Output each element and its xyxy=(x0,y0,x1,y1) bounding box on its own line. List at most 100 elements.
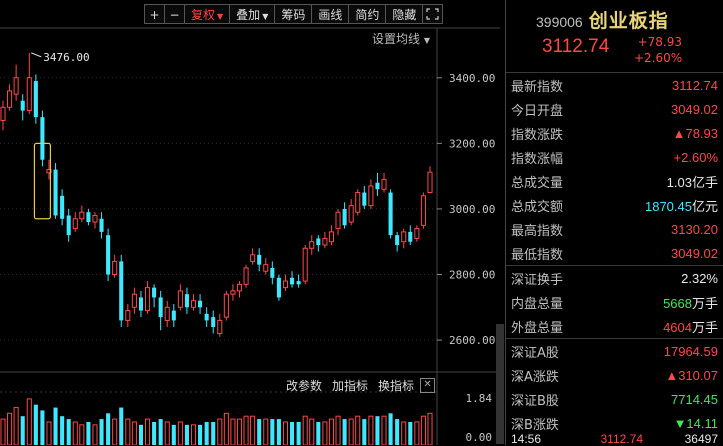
candle-body-down xyxy=(375,182,380,190)
quote-row-value: ▼14.11 xyxy=(674,416,718,431)
volume-bar-up xyxy=(230,418,236,445)
volume-bar-down xyxy=(408,421,413,445)
quote-row-value: 3049.02 xyxy=(671,246,718,261)
ma-setting-dropdown[interactable]: 设置均线 ▼ xyxy=(372,30,430,47)
volume-bar-up xyxy=(26,398,32,445)
quote-row-value: 5668万手 xyxy=(663,293,718,312)
candle-body-down xyxy=(257,254,262,265)
candle-body-down xyxy=(276,277,281,298)
volume-bar-down xyxy=(138,424,143,445)
candle-body-up xyxy=(420,195,426,226)
volume-bar-up xyxy=(131,421,137,445)
indicator-bar: 改参数 加指标 换指标 ✕ xyxy=(286,377,436,394)
volume-bar-down xyxy=(375,416,380,445)
kline-chart-panel[interactable]: 3400.00 3200.00 3000.00 2800.00 2600.00 3476.… xyxy=(0,0,500,445)
candle-body-up xyxy=(112,260,118,276)
index-header: 399006 创业板指 xyxy=(536,6,669,33)
y-tick-label: 2800.00 xyxy=(449,269,495,282)
quote-row-unit: 亿手 xyxy=(691,174,718,190)
quote-row-label: 指数涨幅 xyxy=(511,151,564,167)
quote-row-number: +2.60% xyxy=(673,149,718,165)
volume-bar-up xyxy=(427,412,433,445)
candle-body-up xyxy=(223,293,229,318)
volume-bar-up xyxy=(355,415,361,445)
volume-bar-down xyxy=(270,419,275,445)
volume-bar-down xyxy=(296,421,301,445)
vol-max-label: 1.84 xyxy=(465,392,493,405)
volume-bar-down xyxy=(290,421,295,445)
candle-body-down xyxy=(342,208,347,226)
candle-body-up xyxy=(243,267,249,285)
switch-indicator-button[interactable]: 换指标 xyxy=(378,377,414,394)
candle-body-down xyxy=(290,277,295,285)
peak-pointer xyxy=(31,52,42,58)
vol-zero-label: 0.00 xyxy=(465,431,493,444)
volume-bar-down xyxy=(66,419,71,445)
quote-row-number: 2.32% xyxy=(681,270,718,286)
tick-time: 14:56 xyxy=(511,432,542,446)
volume-bar-up xyxy=(217,418,223,445)
y-tick-label: 2600.00 xyxy=(449,334,495,347)
yincang-button[interactable]: 隐藏 xyxy=(385,4,424,24)
candle-body-up xyxy=(131,293,137,308)
zoom-in-button[interactable]: + xyxy=(144,4,165,24)
candle-body-up xyxy=(92,214,98,223)
candle-body-down xyxy=(296,281,301,285)
quote-row-value: 2.32% xyxy=(681,271,718,286)
huaxian-button[interactable]: 画线 xyxy=(311,4,350,24)
volume-bar-up xyxy=(420,415,426,445)
candle-body-down xyxy=(119,261,124,321)
chouma-button[interactable]: 筹码 xyxy=(274,4,313,24)
candle-body-up xyxy=(401,231,407,243)
volume-bar-down xyxy=(395,419,400,445)
candle-body-down xyxy=(184,294,189,308)
dropdown-arrow-icon: ▼ xyxy=(423,36,430,45)
volume-bar-down xyxy=(158,419,163,445)
volume-bar-down xyxy=(198,424,203,445)
expand-glyph-icon xyxy=(426,8,440,20)
volume-bar-down xyxy=(388,413,393,445)
candle-body-down xyxy=(211,317,216,327)
expand-icon[interactable] xyxy=(422,4,444,24)
quote-row-value: ▲78.93 xyxy=(673,126,718,141)
tick-price: 3112.74 xyxy=(600,432,644,446)
quote-row-number: 1870.45 xyxy=(644,198,692,214)
change-params-button[interactable]: 改参数 xyxy=(286,377,322,394)
candle-body-down xyxy=(158,297,163,318)
candle-body-up xyxy=(282,280,289,289)
change-value: +78.93 xyxy=(637,35,682,49)
quote-row-number: 3130.20 xyxy=(671,221,718,237)
volume-bar-up xyxy=(401,421,407,445)
quote-row-number: 4604 xyxy=(663,319,692,335)
quote-row: 深证B股 7714.45 xyxy=(506,387,723,411)
jianyue-button[interactable]: 简约 xyxy=(348,4,387,24)
add-indicator-button[interactable]: 加指标 xyxy=(332,377,368,394)
quote-row-number: 3112.74 xyxy=(671,77,718,93)
volume-bar-up xyxy=(144,418,151,445)
candle-body-up xyxy=(13,77,19,95)
candle-body-down xyxy=(60,195,65,219)
candle-body-down xyxy=(395,235,400,245)
candle-body-up xyxy=(177,290,183,308)
close-icon[interactable]: ✕ xyxy=(420,378,436,393)
candle-body-up xyxy=(125,310,131,321)
panel-splitter[interactable] xyxy=(496,324,504,444)
quote-row-number: 3049.02 xyxy=(671,101,718,117)
volume-bar-down xyxy=(184,424,189,445)
quote-row-label: 最新指数 xyxy=(511,79,564,95)
candle-body-up xyxy=(250,254,256,262)
fuquan-dropdown[interactable]: 复权 ▼ xyxy=(184,4,231,24)
volume-bar-down xyxy=(99,419,104,445)
quote-row-unit: 万手 xyxy=(691,295,718,311)
volume-bar-up xyxy=(348,418,354,445)
quote-row-number: 3049.02 xyxy=(671,245,718,261)
candle-body-up xyxy=(302,247,308,282)
quote-row-label: 内盘总量 xyxy=(511,296,564,312)
quote-row: 总成交量 1.03亿手 xyxy=(506,169,723,193)
quote-row-value: 3130.20 xyxy=(671,222,718,237)
zoom-out-button[interactable]: − xyxy=(164,4,185,24)
volume-bar-down xyxy=(53,407,58,445)
candle-body-up xyxy=(26,77,32,112)
quote-row-number: 7714.45 xyxy=(671,391,718,407)
diejia-dropdown[interactable]: 叠加 ▼ xyxy=(229,4,276,24)
